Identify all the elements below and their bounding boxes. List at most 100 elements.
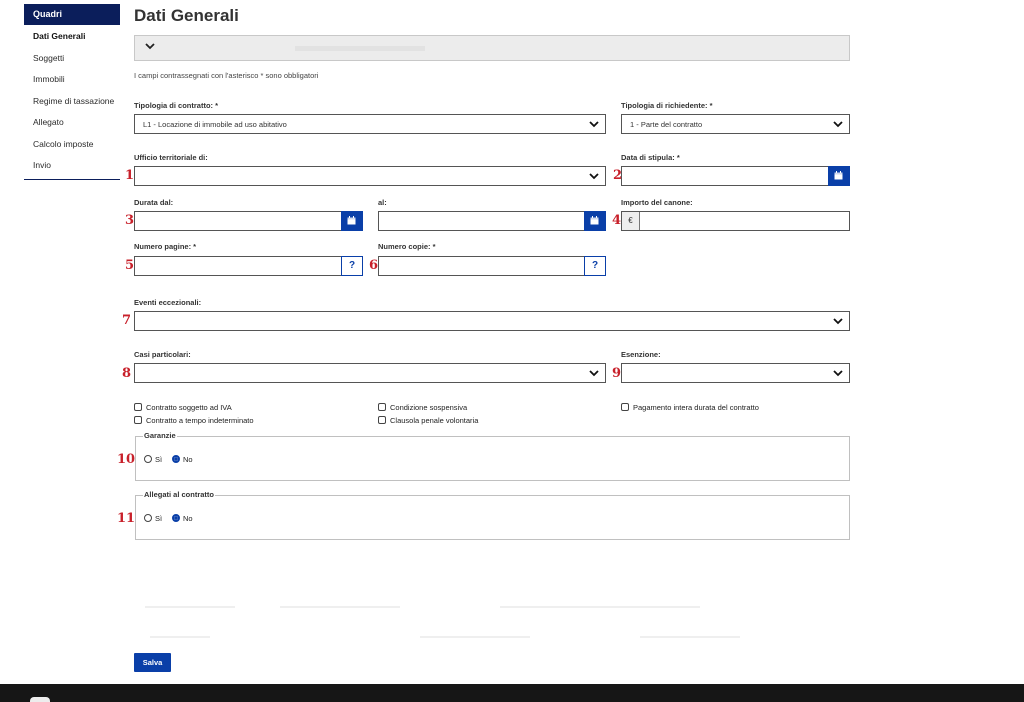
calendar-button[interactable] [828,166,850,186]
casi-select[interactable] [134,363,606,383]
checkbox-clausola-penale[interactable]: Clausola penale volontaria [378,416,478,425]
footer-handle [30,697,50,702]
ufficio-label: Ufficio territoriale di: [134,153,208,162]
durata-al-label: al: [378,198,387,207]
garanzie-radio-no[interactable]: No [172,455,193,464]
checkbox-label: Condizione sospensiva [390,403,468,412]
radio-circle[interactable] [144,455,152,463]
sidebar-item-dati-generali[interactable]: Dati Generali [24,26,120,48]
sidebar-item-invio[interactable]: Invio [24,155,120,177]
annotation-number: 11 [117,511,136,526]
calendar-button[interactable] [341,211,363,231]
annotation-number: 7 [122,313,132,328]
sidebar: Quadri Dati Generali Soggetti Immobili R… [24,4,120,180]
tipologia-richiedente-label: Tipologia di richiedente: * [621,101,713,110]
calendar-icon [834,171,843,180]
calendar-icon [590,216,599,225]
checkbox-pagamento-intera[interactable]: Pagamento intera durata del contratto [621,403,759,412]
annotation-number: 9 [612,366,622,381]
checkbox-box[interactable] [134,403,142,411]
eventi-select[interactable] [134,311,850,331]
redacted-text [295,46,425,51]
chevron-down-icon [833,121,843,128]
mandatory-note: I campi contrassegnati con l'asterisco *… [134,71,319,80]
checkbox-condizione-sospensiva[interactable]: Condizione sospensiva [378,403,467,412]
redacted-line [500,606,700,608]
redacted-line [280,606,400,608]
help-button[interactable]: ? [584,256,606,276]
numero-pagine-label: Numero pagine: * [134,242,197,251]
allegati-radio-no[interactable]: No [172,514,193,523]
chevron-down-icon [589,173,599,180]
annotation-number: 10 [117,452,136,467]
allegati-fieldset [135,495,850,540]
chevron-down-icon [145,41,155,54]
page-title: Dati Generali [134,6,239,25]
checkbox-box[interactable] [378,416,386,424]
footer-bar [0,684,1024,702]
redacted-line [150,636,210,638]
ufficio-select[interactable] [134,166,606,186]
sidebar-item-regime-tassazione[interactable]: Regime di tassazione [24,91,120,113]
sidebar-divider [24,178,120,180]
numero-pagine-input[interactable]: ? [134,256,363,276]
durata-dal-input[interactable] [134,211,363,231]
tipologia-contratto-label: Tipologia di contratto: * [134,101,219,110]
numero-copie-label: Numero copie: * [378,242,436,251]
garanzie-radio-si[interactable]: Sì [144,455,162,464]
redacted-line [640,636,740,638]
chevron-down-icon [589,370,599,377]
durata-al-input[interactable] [378,211,606,231]
sidebar-header[interactable]: Quadri [24,4,120,25]
tipologia-contratto-select[interactable]: L1 - Locazione di immobile ad uso abitat… [134,114,606,134]
allegati-legend: Allegati al contratto [143,490,216,499]
sidebar-item-soggetti[interactable]: Soggetti [24,48,120,70]
importo-input[interactable]: € [621,211,850,231]
checkbox-tempo-indeterminato[interactable]: Contratto a tempo indeterminato [134,416,254,425]
allegati-radio-si[interactable]: Sì [144,514,162,523]
chevron-down-icon [833,318,843,325]
annotation-number: 4 [612,213,622,228]
sidebar-item-allegato[interactable]: Allegato [24,112,120,134]
radio-circle[interactable] [144,514,152,522]
casi-label: Casi particolari: [134,350,191,359]
checkbox-box[interactable] [378,403,386,411]
eventi-label: Eventi eccezionali: [134,298,202,307]
checkbox-box[interactable] [621,403,629,411]
redacted-line [420,636,530,638]
tipologia-richiedente-select[interactable]: 1 - Parte del contratto [621,114,850,134]
numero-copie-input[interactable]: ? [378,256,606,276]
tipologia-contratto-value: L1 - Locazione di immobile ad uso abitat… [143,120,287,129]
checkbox-label: Contratto soggetto ad IVA [146,403,232,412]
help-button[interactable]: ? [341,256,363,276]
checkbox-box[interactable] [134,416,142,424]
esenzione-select[interactable] [621,363,850,383]
save-button[interactable]: Salva [134,653,171,672]
radio-circle[interactable] [172,514,180,522]
redacted-line [145,606,235,608]
radio-label: No [183,514,193,523]
radio-label: No [183,455,193,464]
data-stipula-input[interactable] [621,166,850,186]
sidebar-item-calcolo-imposte[interactable]: Calcolo imposte [24,134,120,156]
annotation-number: 8 [122,366,132,381]
data-stipula-label: Data di stipula: * [621,153,680,162]
checkbox-iva[interactable]: Contratto soggetto ad IVA [134,403,232,412]
tipologia-richiedente-value: 1 - Parte del contratto [630,120,703,129]
checkbox-label: Clausola penale volontaria [390,416,479,425]
collapsible-panel[interactable] [134,35,850,61]
radio-circle[interactable] [172,455,180,463]
chevron-down-icon [833,370,843,377]
annotation-number: 6 [369,258,379,273]
checkbox-label: Contratto a tempo indeterminato [146,416,254,425]
garanzie-legend: Garanzie [143,431,177,440]
calendar-icon [347,216,356,225]
checkbox-label: Pagamento intera durata del contratto [633,403,759,412]
chevron-down-icon [589,121,599,128]
calendar-button[interactable] [584,211,606,231]
annotation-number: 3 [125,213,135,228]
sidebar-item-immobili[interactable]: Immobili [24,69,120,91]
annotation-number: 5 [125,258,135,273]
durata-dal-label: Durata dal: [134,198,174,207]
garanzie-fieldset [135,436,850,481]
